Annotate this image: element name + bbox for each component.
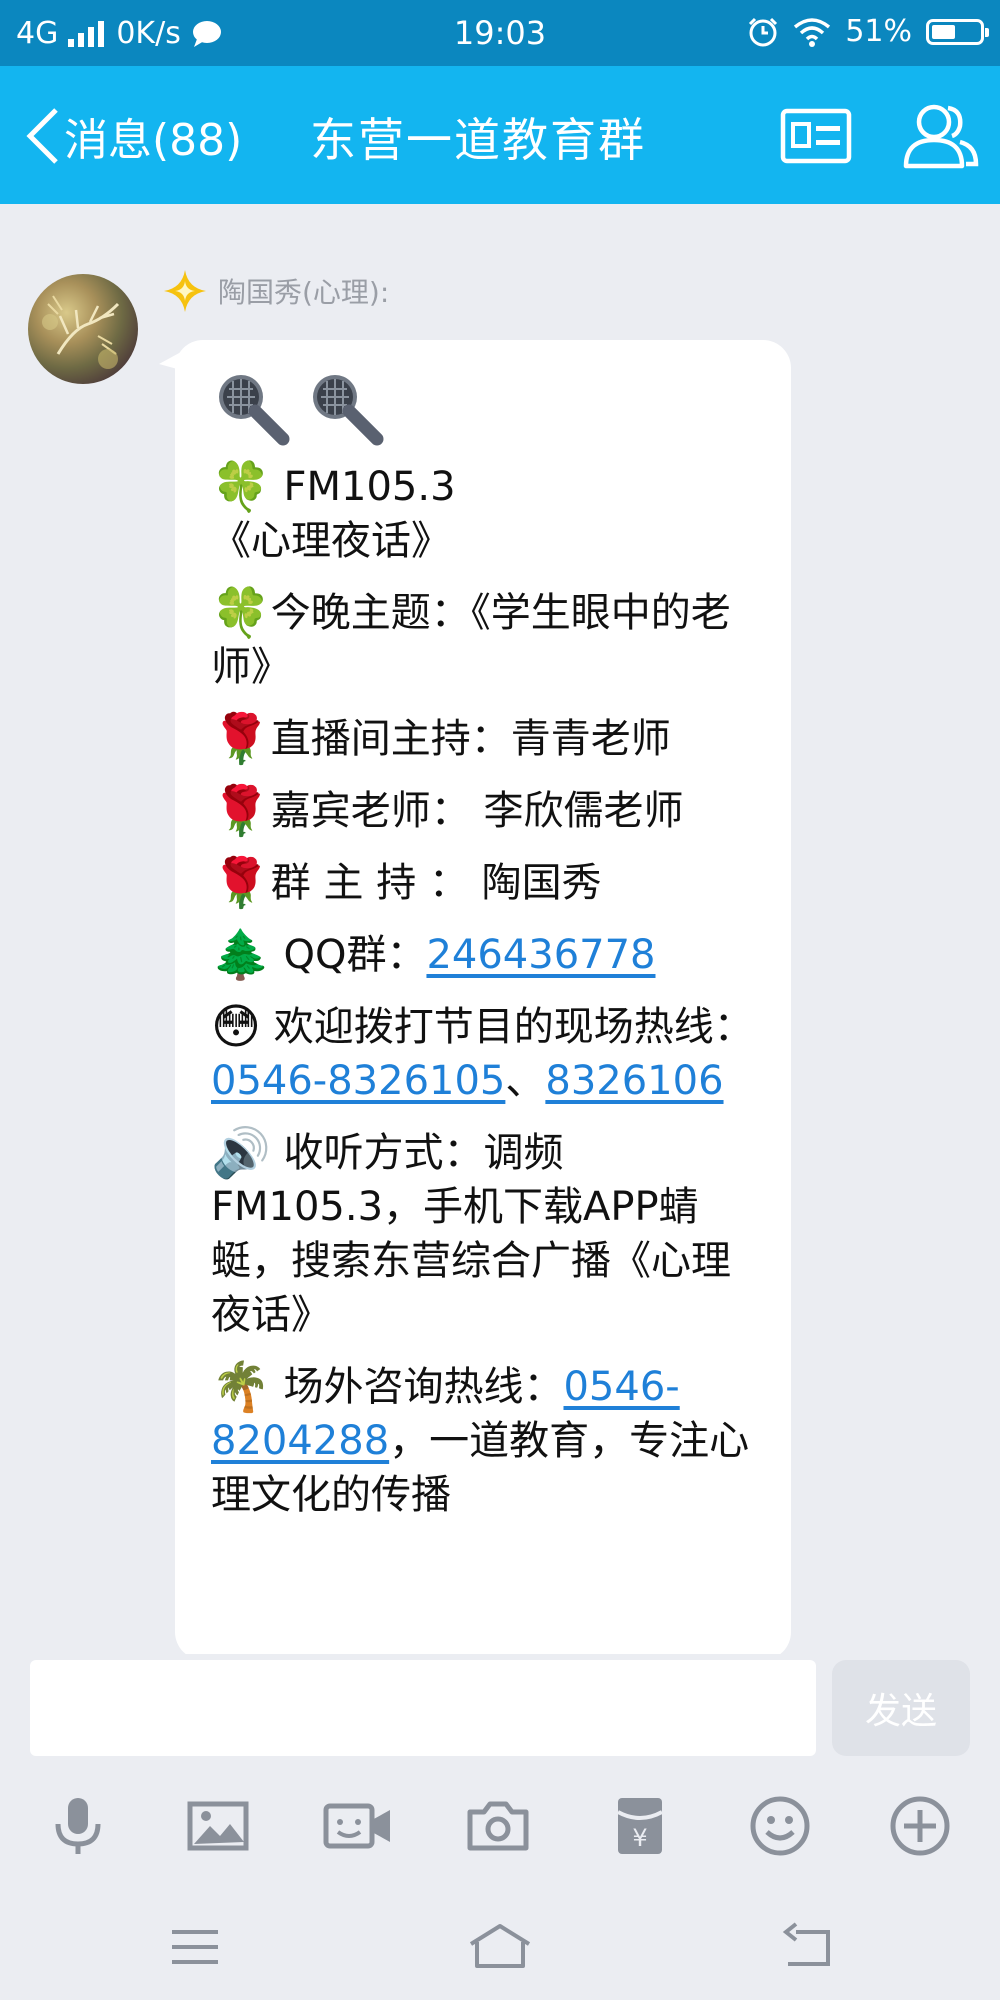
status-bar: 4G 0K/s 19:03 51% [0,0,1000,66]
hotline-link-2[interactable]: 8326106 [545,1058,723,1104]
battery-percent: 51% [845,14,912,49]
hotline-link-1[interactable]: 0546-8326105 [211,1058,505,1104]
microphone-emoji-icon [219,375,290,446]
image-icon[interactable] [186,1794,250,1858]
system-nav-bar [0,1900,1000,2000]
tree-emoji-icon: 🌲 [211,927,271,983]
message-bubble[interactable]: 🍀 FM105.3 《心理夜话》 🍀今晚主题：《学生眼中的老师》 🌹直播间主持：… [159,340,791,1654]
input-row: 发送 [0,1654,1000,1766]
status-right: 51% [747,14,989,49]
members-icon [903,104,979,169]
topic-text: 今晚主题：《学生眼中的老师》 [211,590,731,690]
id-card-icon [780,108,852,164]
group-host-text: 群 主 持 ： 陶国秀 [270,860,602,906]
camera-icon[interactable] [466,1794,530,1858]
group-title: 东营一道教育群 [310,113,646,167]
listen-line: 🔊 收听方式：调频FM105.3，手机下载APP蜻蜓，搜索东营综合广播《心理夜话… [211,1126,761,1342]
consult-label: 场外咨询热线： [283,1364,564,1410]
hotline-text: 欢迎拨打节目的现场热线： [273,1004,754,1050]
plus-icon[interactable] [888,1794,952,1858]
listen-text: 收听方式：调频FM105.3，手机下载APP蜻蜓，搜索东营综合广播《心理夜话》 [211,1130,731,1338]
svg-text:¥: ¥ [632,1824,647,1852]
wifi-icon [794,17,831,47]
message-input[interactable] [30,1660,816,1756]
microphone-icon[interactable] [46,1794,110,1858]
group-card-button[interactable] [780,108,852,164]
hotline-separator: 、 [505,1058,546,1104]
avatar[interactable] [28,274,138,384]
alarm-icon [749,17,778,46]
video-call-icon[interactable] [322,1794,390,1858]
title-bar: 消息(88) 东营一道教育群 [0,66,1000,204]
sender-name: 陶国秀(心理): [218,276,390,309]
host-line: 🌹直播间主持：青青老师 [211,712,761,766]
chat-area[interactable]: 陶国秀(心理): 🍀 FM105.3 《心理夜话》 🍀今晚主题：《学生眼中的老师… [0,204,1000,1654]
sender-line: 陶国秀(心理): [162,268,389,314]
host-text: 直播间主持：青青老师 [270,716,671,762]
rose-emoji-icon: 🌹 [211,711,271,767]
chevron-left-icon [26,108,58,164]
palm-tree-emoji-icon: 🌴 [211,1359,271,1415]
home-icon[interactable] [465,1922,535,1972]
pleading-face-emoji-icon: 😳 [211,999,262,1055]
guest-line: 🌹嘉宾老师： 李欣儒老师 [211,784,761,838]
qq-number-link[interactable]: 246436778 [426,932,655,978]
send-button[interactable]: 发送 [832,1660,970,1756]
hotline-line: 😳 欢迎拨打节目的现场热线： 0546-8326105、8326106 [211,1000,761,1108]
back-icon[interactable] [770,1922,840,1972]
topic-line: 🍀今晚主题：《学生眼中的老师》 [211,586,761,694]
menu-icon[interactable] [160,1922,230,1972]
microphone-emoji-icon [313,375,384,446]
chat-toolbar: ¥ [0,1776,1000,1876]
battery-icon [926,18,989,45]
qq-label: QQ群： [283,932,427,978]
rose-emoji-icon: 🌹 [211,783,271,839]
group-host-line: 🌹群 主 持 ： 陶国秀 [211,856,761,910]
emoji-icon[interactable] [748,1794,812,1858]
message-body: 🍀 FM105.3 《心理夜话》 🍀今晚主题：《学生眼中的老师》 🌹直播间主持：… [211,362,761,1522]
program-line: 🍀 FM105.3 《心理夜话》 [211,460,761,568]
red-packet-icon[interactable]: ¥ [608,1794,672,1858]
rose-emoji-icon: 🌹 [211,855,271,911]
guest-text: 嘉宾老师： 李欣儒老师 [270,788,684,834]
microphone-emojis [211,362,761,452]
avatar-artwork [42,295,120,369]
back-label: 消息(88) [64,115,243,166]
clover-emoji-icon: 🍀 [211,459,271,515]
sparkle-badge-icon [164,270,206,312]
group-members-button[interactable] [900,100,980,172]
clover-emoji-icon: 🍀 [211,585,271,641]
consult-line: 🌴 场外咨询热线：0546-8204288，一道教育，专注心理文化的传播 [211,1360,761,1522]
qq-line: 🌲 QQ群：246436778 [211,928,761,982]
program-name: 《心理夜话》 [211,518,451,564]
speaker-emoji-icon: 🔊 [211,1125,271,1181]
back-button[interactable]: 消息(88) [24,96,242,176]
fm-frequency: FM105.3 [283,464,456,510]
